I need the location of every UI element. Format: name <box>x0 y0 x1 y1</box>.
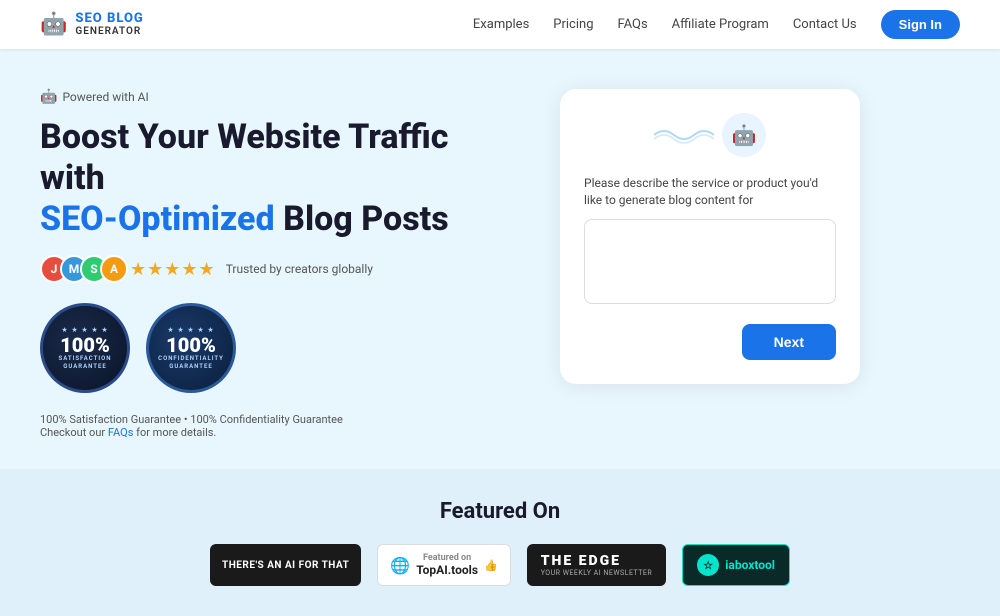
faqs-link[interactable]: FAQs <box>108 426 134 439</box>
logo-text: SEO BLOG GENERATOR <box>75 12 143 37</box>
badge2-label: CONFIDENTIALITYGUARANTEE <box>158 355 224 371</box>
topai-icon: 🌐 <box>390 556 410 575</box>
topai-text: Featured on TopAI.tools <box>416 553 478 577</box>
nav-contact[interactable]: Contact Us <box>793 17 857 32</box>
powered-badge: 🤖 Powered with AI <box>40 89 520 105</box>
logo-seo-blog: SEO BLOG <box>75 12 143 26</box>
guarantee-text: 100% Satisfaction Guarantee • 100% Confi… <box>40 413 520 439</box>
confidentiality-badge: ★ ★ ★ ★ ★ 100% CONFIDENTIALITYGUARANTEE <box>146 303 236 393</box>
badge1-number: 100% <box>60 335 110 355</box>
ai-icon: 🤖 <box>40 89 57 105</box>
logo-generator: GENERATOR <box>75 26 143 37</box>
left-content: 🤖 Powered with AI Boost Your Website Tra… <box>40 89 520 439</box>
social-proof: J M S A ★★★★★ Trusted by creators global… <box>40 255 520 283</box>
guarantee-line3: for more details. <box>136 426 216 439</box>
nav-affiliate[interactable]: Affiliate Program <box>672 17 769 32</box>
form-card: 🤖 Please describe the service or product… <box>560 89 860 384</box>
iabox-text: iaboxtool <box>725 558 775 572</box>
main-section: 🤖 Powered with AI Boost Your Website Tra… <box>0 49 1000 469</box>
blog-content-input[interactable] <box>584 219 836 304</box>
headline: Boost Your Website Traffic with SEO-Opti… <box>40 117 520 239</box>
guarantee-line1: 100% Satisfaction Guarantee • 100% Confi… <box>40 413 343 426</box>
iabox-icon: ☆ <box>697 554 719 576</box>
featured-edge: THE EDGE YOUR WEEKLY AI NEWSLETTER <box>527 544 667 586</box>
topai-featured: Featured on <box>416 553 478 563</box>
wave-decoration <box>654 125 714 145</box>
headline-highlight: SEO-Optimized <box>40 199 275 239</box>
next-button[interactable]: Next <box>742 324 836 360</box>
featured-section: Featured On THERE'S AN AI FOR THAT 🌐 Fea… <box>0 469 1000 616</box>
nav-links: Examples Pricing FAQs Affiliate Program … <box>473 10 960 39</box>
card-header: 🤖 <box>584 113 836 157</box>
featured-there: THERE'S AN AI FOR THAT <box>210 544 361 586</box>
card-logo: 🤖 <box>654 113 766 157</box>
avatars: J M S A <box>40 255 120 283</box>
featured-iabox: ☆ iaboxtool <box>682 544 790 586</box>
topai-brand: TopAI.tools <box>416 563 478 577</box>
badges-row: ★ ★ ★ ★ ★ 100% SATISFACTIONGUARANTEE ★ ★… <box>40 303 520 393</box>
satisfaction-badge: ★ ★ ★ ★ ★ 100% SATISFACTIONGUARANTEE <box>40 303 130 393</box>
nav-pricing[interactable]: Pricing <box>553 17 593 32</box>
nav-faqs[interactable]: FAQs <box>618 17 648 32</box>
guarantee-line2: Checkout our <box>40 426 105 439</box>
badge1-label: SATISFACTIONGUARANTEE <box>59 355 112 371</box>
headline-line1: Boost Your Website Traffic with <box>40 117 448 198</box>
trusted-text: Trusted by creators globally <box>226 262 373 276</box>
headline-line2: Blog Posts <box>283 199 449 239</box>
edge-title: THE EDGE <box>541 553 621 569</box>
navbar: 🤖 SEO BLOG GENERATOR Examples Pricing FA… <box>0 0 1000 49</box>
featured-topai: 🌐 Featured on TopAI.tools 👍 <box>377 544 510 586</box>
logo: 🤖 SEO BLOG GENERATOR <box>40 12 144 37</box>
featured-title: Featured On <box>40 499 960 524</box>
signin-button[interactable]: Sign In <box>881 10 960 39</box>
edge-subtitle: YOUR WEEKLY AI NEWSLETTER <box>541 569 653 577</box>
logo-icon: 🤖 <box>40 12 67 37</box>
star-rating: ★★★★★ <box>130 259 216 280</box>
powered-text: Powered with AI <box>62 90 148 104</box>
topai-emoji: 👍 <box>484 559 498 572</box>
nav-examples[interactable]: Examples <box>473 17 529 32</box>
card-description: Please describe the service or product y… <box>584 175 836 209</box>
featured-logos: THERE'S AN AI FOR THAT 🌐 Featured on Top… <box>40 544 960 586</box>
there-text: THERE'S AN AI FOR THAT <box>222 560 349 571</box>
badge2-number: 100% <box>166 335 216 355</box>
avatar-4: A <box>100 255 128 283</box>
card-icon: 🤖 <box>722 113 766 157</box>
